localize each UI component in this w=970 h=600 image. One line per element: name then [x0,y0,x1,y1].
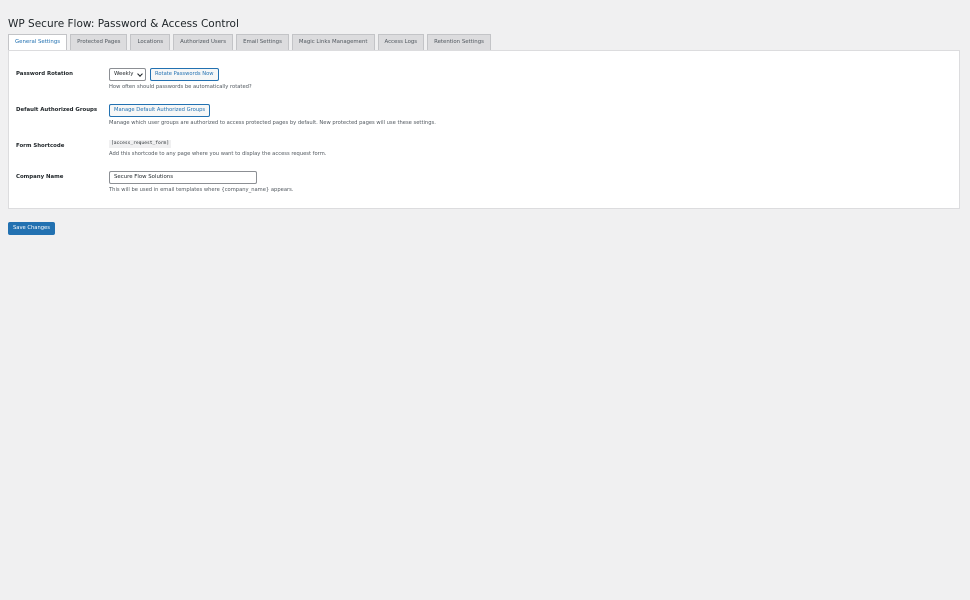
tab-general-settings[interactable]: General Settings [8,34,68,51]
manage-default-groups-button[interactable]: Manage Default Authorized Groups [109,104,211,117]
default-groups-label: Default Authorized Groups [16,107,98,113]
form-shortcode-label: Form Shortcode [16,143,65,149]
company-name-label: Company Name [16,174,64,180]
company-name-description: This will be used in email templates whe… [109,187,294,193]
tab-magic-links-management[interactable]: Magic Links Management [291,34,375,50]
password-rotation-select[interactable]: Weekly [109,68,146,81]
settings-tabs: General Settings Protected Pages Locatio… [8,34,491,51]
password-rotation-label: Password Rotation [16,71,73,77]
password-rotation-description: How often should passwords be automatica… [109,84,252,90]
save-changes-button[interactable]: Save Changes [8,222,55,235]
default-groups-description: Manage which user groups are authorized … [109,120,436,126]
rotate-passwords-button[interactable]: Rotate Passwords Now [150,68,219,81]
tab-protected-pages[interactable]: Protected Pages [70,34,128,50]
tab-locations[interactable]: Locations [130,34,171,50]
tab-email-settings[interactable]: Email Settings [236,34,289,50]
page-title: WP Secure Flow: Password & Access Contro… [8,18,239,31]
shortcode-code: [access_request_form] [109,140,172,148]
form-shortcode-description: Add this shortcode to any page where you… [109,151,327,157]
company-name-input[interactable]: Secure Flow Solutions [109,171,257,184]
tab-authorized-users[interactable]: Authorized Users [173,34,234,50]
password-rotation-select-value: Weekly [114,71,134,77]
tab-retention-settings[interactable]: Retention Settings [427,34,491,50]
tab-access-logs[interactable]: Access Logs [377,34,425,50]
chevron-down-icon [137,71,143,77]
